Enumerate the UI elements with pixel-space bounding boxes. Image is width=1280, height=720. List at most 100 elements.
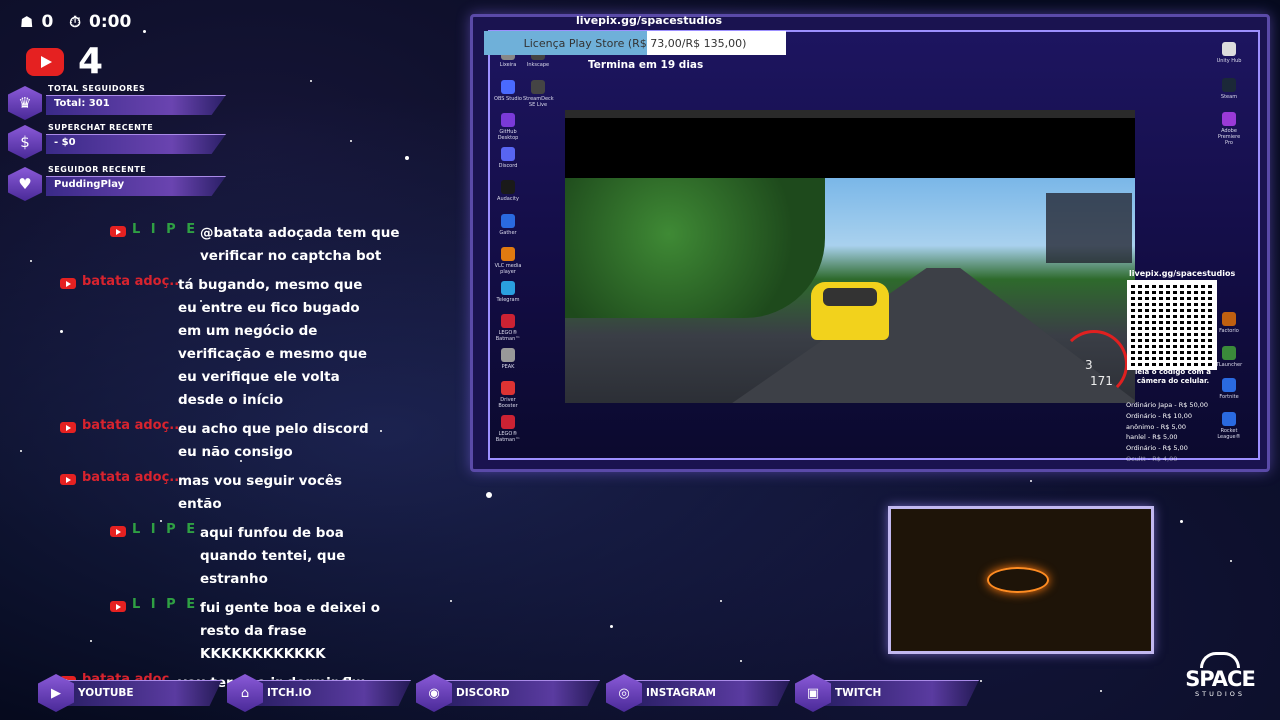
logo-subword: STUDIOS bbox=[1194, 690, 1246, 698]
desktop-icon[interactable]: Factorio bbox=[1214, 312, 1244, 334]
desktop-icon-label: Driver Booster bbox=[498, 397, 518, 409]
star bbox=[20, 450, 22, 452]
desktop-icon[interactable]: LEGO® Batman™ bbox=[493, 414, 523, 443]
desktop-icon-label: Gather bbox=[499, 229, 517, 236]
desktop-icon[interactable]: Gather bbox=[493, 213, 523, 236]
desktop-icon[interactable]: Rocket League® bbox=[1214, 412, 1244, 440]
orange-ring bbox=[987, 567, 1049, 593]
star bbox=[1030, 480, 1032, 482]
window-titlebar[interactable] bbox=[565, 110, 1135, 118]
chat-username: L I P E bbox=[132, 597, 199, 612]
desktop-icon[interactable]: Adobe Premiere Pro bbox=[1214, 112, 1244, 146]
desktop-icon-label: StreamDeck SE Live bbox=[523, 95, 554, 108]
desktop-icon[interactable]: LEGO® Batman™ bbox=[493, 314, 523, 342]
desktop-icon[interactable]: Steam bbox=[1214, 78, 1244, 100]
star bbox=[30, 260, 32, 262]
desktop-icon[interactable]: Driver Booster bbox=[493, 381, 523, 409]
chat-message: L I P E @batata adoçada tem que verificar… bbox=[60, 222, 400, 268]
star bbox=[610, 625, 613, 628]
chat-message: batata adoç... tá bugando, mesmo que eu e… bbox=[60, 274, 400, 412]
app-icon bbox=[1222, 412, 1236, 426]
logo-dome bbox=[1200, 652, 1240, 668]
qr-caption: leia o código com a câmera do celular. bbox=[1135, 368, 1211, 385]
chat-username: batata adoç... bbox=[82, 274, 178, 289]
social-link-itchio[interactable]: ⌂ ITCH.IO bbox=[227, 670, 411, 716]
goal-text: Licença Play Store (R$ 73,00/R$ 135,00) bbox=[523, 37, 747, 50]
chat-text: fui gente boa e deixei o resto da frase … bbox=[200, 600, 381, 662]
logo-word: SPACE bbox=[1185, 667, 1256, 691]
stat-recent-follower: ♥ SEGUIDOR RECENTE PuddingPlay bbox=[8, 165, 228, 203]
desktop-icon[interactable]: Discord bbox=[493, 146, 523, 169]
app-icon bbox=[501, 314, 515, 328]
chat-username: L I P E bbox=[132, 522, 199, 537]
star bbox=[980, 680, 982, 682]
app-icon bbox=[501, 146, 515, 161]
star bbox=[1100, 690, 1102, 692]
desktop-icon-label: Rocket League® bbox=[1217, 428, 1241, 440]
desktop-icon-label: Unity Hub bbox=[1216, 58, 1242, 64]
donation-entry: Ocultt - R$ 4,00 bbox=[1126, 454, 1178, 463]
desktop-icon[interactable]: Audacity bbox=[493, 180, 523, 202]
stat-superchat: $ SUPERCHAT RECENTE - $0 bbox=[8, 123, 228, 161]
star bbox=[350, 140, 352, 142]
desktop-icon-label: PEAK bbox=[501, 363, 515, 370]
chat-text: mas vou seguir vocês então bbox=[178, 473, 343, 512]
desktop-icon-label: Audacity bbox=[497, 196, 519, 202]
livepix-url: livepix.gg/spacestudios bbox=[576, 14, 723, 27]
app-icon bbox=[1222, 112, 1236, 126]
app-icon bbox=[501, 79, 515, 94]
social-label: INSTAGRAM bbox=[646, 687, 717, 699]
app-icon bbox=[1222, 378, 1236, 392]
chat-text: @batata adoçada tem que verificar no cap… bbox=[200, 225, 400, 264]
gear-indicator: 3 bbox=[1085, 358, 1093, 372]
youtube-icon bbox=[110, 226, 126, 237]
stat-label: SEGUIDOR RECENTE bbox=[48, 165, 147, 174]
desktop-icon[interactable]: VLC media player bbox=[493, 247, 523, 275]
webcam-frame bbox=[888, 506, 1154, 654]
desktop-icon[interactable]: Unity Hub bbox=[1214, 42, 1244, 64]
desktop-icon-label: Factorio bbox=[1219, 328, 1239, 334]
stream-counters: ☗ 0 ⏱ 0:00 bbox=[20, 12, 131, 32]
stat-label: TOTAL SEGUIDORES bbox=[48, 84, 146, 93]
social-label: ITCH.IO bbox=[267, 687, 312, 699]
discord-icon: ◉ bbox=[416, 674, 452, 712]
stat-value: - $0 bbox=[54, 137, 76, 148]
app-icon bbox=[501, 347, 515, 362]
desktop-icon-label: VLC media player bbox=[494, 263, 522, 275]
chat-message: batata adoç... eu acho que pelo discord e… bbox=[60, 418, 400, 464]
desktop-icon-label: Adobe Premiere Pro bbox=[1217, 128, 1241, 146]
desktop-icon[interactable]: TLauncher bbox=[1214, 346, 1244, 368]
desktop-icon-label: OBS Studio bbox=[494, 95, 522, 102]
desktop-icon[interactable]: GitHub Desktop bbox=[493, 113, 523, 141]
desktop-icon-label: Discord bbox=[498, 162, 518, 169]
desktop-icon[interactable]: Fortnite bbox=[1214, 378, 1244, 400]
social-link-discord[interactable]: ◉ DISCORD bbox=[416, 670, 600, 716]
desktop-icon-label: Fortnite bbox=[1219, 394, 1239, 400]
chat-message: L I P Efui gente boa e deixei o resto da… bbox=[60, 597, 400, 666]
donation-entry: anônimo - R$ 5,00 bbox=[1126, 422, 1186, 431]
star bbox=[143, 30, 146, 33]
chat-text: aqui funfou de boa quando tentei, que es… bbox=[200, 525, 346, 587]
stat-value: Total: 301 bbox=[54, 98, 110, 109]
qr-url: livepix.gg/spacestudios bbox=[1129, 269, 1236, 278]
instagram-icon: ◎ bbox=[606, 674, 642, 712]
app-icon bbox=[501, 280, 515, 295]
social-link-instagram[interactable]: ◎ INSTAGRAM bbox=[606, 670, 790, 716]
social-link-youtube[interactable]: ▶ YOUTUBE bbox=[38, 670, 222, 716]
speed-indicator: 171 bbox=[1090, 374, 1113, 388]
desktop-icon[interactable]: OBS Studio bbox=[493, 79, 523, 102]
star bbox=[450, 600, 452, 602]
chat-text: tá bugando, mesmo que eu entre eu fico b… bbox=[178, 277, 368, 408]
social-link-twitch[interactable]: ▣ TWITCH bbox=[795, 670, 979, 716]
desktop-icon[interactable]: Telegram bbox=[493, 280, 523, 303]
desktop-icon[interactable]: PEAK bbox=[493, 347, 523, 370]
app-icon bbox=[1222, 346, 1236, 360]
trees bbox=[565, 178, 825, 318]
app-icon bbox=[501, 247, 515, 261]
desktop-icon-label: TLauncher bbox=[1215, 362, 1243, 368]
chat-feed: L I P E @batata adoçada tem que verificar… bbox=[60, 222, 400, 701]
stat-value: PuddingPlay bbox=[54, 179, 125, 190]
desktop-icon-label: Lixeira bbox=[499, 62, 517, 68]
youtube-icon bbox=[110, 526, 126, 537]
desktop-icon[interactable]: StreamDeck SE Live bbox=[523, 79, 554, 108]
